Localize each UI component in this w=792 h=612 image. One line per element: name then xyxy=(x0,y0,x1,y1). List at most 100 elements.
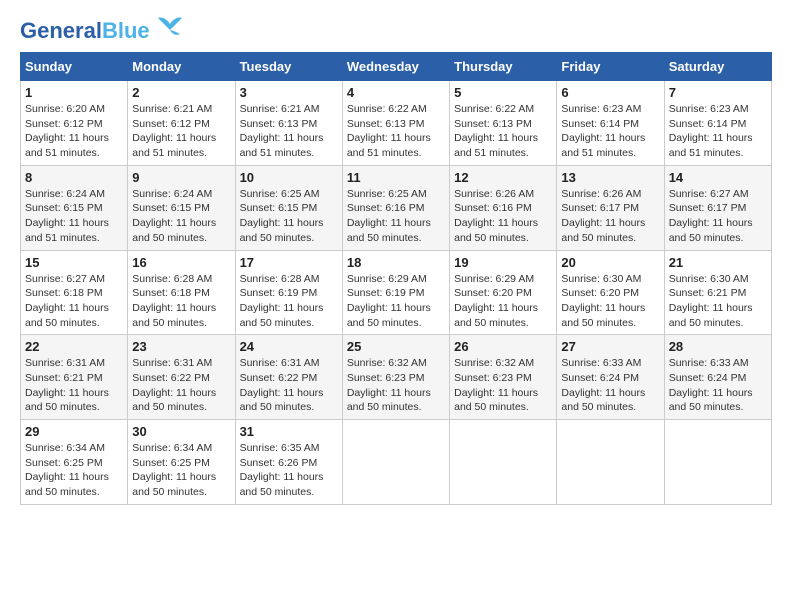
day-info: Sunrise: 6:22 AMSunset: 6:13 PMDaylight:… xyxy=(454,102,552,161)
day-info: Sunrise: 6:30 AMSunset: 6:20 PMDaylight:… xyxy=(561,272,659,331)
day-info: Sunrise: 6:27 AMSunset: 6:17 PMDaylight:… xyxy=(669,187,767,246)
calendar-cell: 23Sunrise: 6:31 AMSunset: 6:22 PMDayligh… xyxy=(128,335,235,420)
calendar-cell: 2 Sunrise: 6:21 AMSunset: 6:12 PMDaylight… xyxy=(128,81,235,166)
day-number: 31 xyxy=(240,424,338,439)
day-info: Sunrise: 6:25 AMSunset: 6:15 PMDaylight:… xyxy=(240,187,338,246)
day-number: 15 xyxy=(25,255,123,270)
calendar-cell: 14 Sunrise: 6:27 AMSunset: 6:17 PMDayligh… xyxy=(664,165,771,250)
calendar-cell: 4Sunrise: 6:22 AMSunset: 6:13 PMDaylight… xyxy=(342,81,449,166)
calendar-week-row: 8 Sunrise: 6:24 AMSunset: 6:15 PMDaylight… xyxy=(21,165,772,250)
day-info: Sunrise: 6:31 AMSunset: 6:22 PMDaylight:… xyxy=(240,356,338,415)
day-info: Sunrise: 6:31 AMSunset: 6:21 PMDaylight:… xyxy=(25,356,123,415)
calendar-cell: 13 Sunrise: 6:26 AMSunset: 6:17 PMDayligh… xyxy=(557,165,664,250)
day-info: Sunrise: 6:30 AMSunset: 6:21 PMDaylight:… xyxy=(669,272,767,331)
day-number: 14 xyxy=(669,170,767,185)
day-info: Sunrise: 6:24 AMSunset: 6:15 PMDaylight:… xyxy=(132,187,230,246)
day-number: 12 xyxy=(454,170,552,185)
day-info: Sunrise: 6:32 AMSunset: 6:23 PMDaylight:… xyxy=(347,356,445,415)
day-number: 22 xyxy=(25,339,123,354)
calendar-header-cell: Monday xyxy=(128,53,235,81)
day-number: 26 xyxy=(454,339,552,354)
day-number: 21 xyxy=(669,255,767,270)
day-number: 7 xyxy=(669,85,767,100)
day-number: 5 xyxy=(454,85,552,100)
calendar-cell: 9Sunrise: 6:24 AMSunset: 6:15 PMDaylight… xyxy=(128,165,235,250)
calendar-header-cell: Wednesday xyxy=(342,53,449,81)
day-number: 25 xyxy=(347,339,445,354)
calendar-cell: 24 Sunrise: 6:31 AMSunset: 6:22 PMDayligh… xyxy=(235,335,342,420)
calendar-cell: 31 Sunrise: 6:35 AMSunset: 6:26 PMDayligh… xyxy=(235,420,342,505)
calendar-cell: 28 Sunrise: 6:33 AMSunset: 6:24 PMDayligh… xyxy=(664,335,771,420)
day-number: 28 xyxy=(669,339,767,354)
day-info: Sunrise: 6:23 AMSunset: 6:14 PMDaylight:… xyxy=(669,102,767,161)
calendar-cell: 25 Sunrise: 6:32 AMSunset: 6:23 PMDayligh… xyxy=(342,335,449,420)
day-number: 27 xyxy=(561,339,659,354)
day-number: 6 xyxy=(561,85,659,100)
calendar-cell: 15 Sunrise: 6:27 AMSunset: 6:18 PMDayligh… xyxy=(21,250,128,335)
day-number: 23 xyxy=(132,339,230,354)
calendar-cell: 5 Sunrise: 6:22 AMSunset: 6:13 PMDaylight… xyxy=(450,81,557,166)
logo-bird-icon xyxy=(154,16,186,38)
day-number: 13 xyxy=(561,170,659,185)
calendar-table: SundayMondayTuesdayWednesdayThursdayFrid… xyxy=(20,52,772,505)
calendar-cell: 26 Sunrise: 6:32 AMSunset: 6:23 PMDayligh… xyxy=(450,335,557,420)
calendar-header: SundayMondayTuesdayWednesdayThursdayFrid… xyxy=(21,53,772,81)
day-info: Sunrise: 6:33 AMSunset: 6:24 PMDaylight:… xyxy=(561,356,659,415)
day-number: 18 xyxy=(347,255,445,270)
day-info: Sunrise: 6:27 AMSunset: 6:18 PMDaylight:… xyxy=(25,272,123,331)
calendar-week-row: 15 Sunrise: 6:27 AMSunset: 6:18 PMDayligh… xyxy=(21,250,772,335)
day-number: 11 xyxy=(347,170,445,185)
day-info: Sunrise: 6:24 AMSunset: 6:15 PMDaylight:… xyxy=(25,187,123,246)
day-number: 4 xyxy=(347,85,445,100)
calendar-cell xyxy=(664,420,771,505)
calendar-header-cell: Saturday xyxy=(664,53,771,81)
calendar-cell: 17Sunrise: 6:28 AMSunset: 6:19 PMDayligh… xyxy=(235,250,342,335)
day-info: Sunrise: 6:26 AMSunset: 6:17 PMDaylight:… xyxy=(561,187,659,246)
calendar-week-row: 22 Sunrise: 6:31 AMSunset: 6:21 PMDayligh… xyxy=(21,335,772,420)
calendar-cell: 16Sunrise: 6:28 AMSunset: 6:18 PMDayligh… xyxy=(128,250,235,335)
calendar-cell: 10 Sunrise: 6:25 AMSunset: 6:15 PMDayligh… xyxy=(235,165,342,250)
day-number: 1 xyxy=(25,85,123,100)
day-number: 10 xyxy=(240,170,338,185)
day-number: 17 xyxy=(240,255,338,270)
calendar-cell xyxy=(450,420,557,505)
day-info: Sunrise: 6:33 AMSunset: 6:24 PMDaylight:… xyxy=(669,356,767,415)
day-info: Sunrise: 6:21 AMSunset: 6:13 PMDaylight:… xyxy=(240,102,338,161)
logo: GeneralBlue xyxy=(20,20,186,42)
day-number: 29 xyxy=(25,424,123,439)
day-info: Sunrise: 6:20 AMSunset: 6:12 PMDaylight:… xyxy=(25,102,123,161)
calendar-week-row: 1 Sunrise: 6:20 AMSunset: 6:12 PMDaylight… xyxy=(21,81,772,166)
day-number: 3 xyxy=(240,85,338,100)
day-info: Sunrise: 6:23 AMSunset: 6:14 PMDaylight:… xyxy=(561,102,659,161)
day-info: Sunrise: 6:34 AMSunset: 6:25 PMDaylight:… xyxy=(132,441,230,500)
day-info: Sunrise: 6:28 AMSunset: 6:18 PMDaylight:… xyxy=(132,272,230,331)
calendar-cell xyxy=(557,420,664,505)
calendar-cell: 20 Sunrise: 6:30 AMSunset: 6:20 PMDayligh… xyxy=(557,250,664,335)
calendar-cell: 11Sunrise: 6:25 AMSunset: 6:16 PMDayligh… xyxy=(342,165,449,250)
day-number: 24 xyxy=(240,339,338,354)
calendar-cell: 3 Sunrise: 6:21 AMSunset: 6:13 PMDaylight… xyxy=(235,81,342,166)
day-info: Sunrise: 6:21 AMSunset: 6:12 PMDaylight:… xyxy=(132,102,230,161)
day-info: Sunrise: 6:29 AMSunset: 6:20 PMDaylight:… xyxy=(454,272,552,331)
day-info: Sunrise: 6:32 AMSunset: 6:23 PMDaylight:… xyxy=(454,356,552,415)
logo-text: GeneralBlue xyxy=(20,20,150,42)
calendar-cell: 30 Sunrise: 6:34 AMSunset: 6:25 PMDayligh… xyxy=(128,420,235,505)
day-info: Sunrise: 6:26 AMSunset: 6:16 PMDaylight:… xyxy=(454,187,552,246)
calendar-header-cell: Thursday xyxy=(450,53,557,81)
calendar-header-cell: Friday xyxy=(557,53,664,81)
day-info: Sunrise: 6:29 AMSunset: 6:19 PMDaylight:… xyxy=(347,272,445,331)
day-number: 20 xyxy=(561,255,659,270)
day-number: 2 xyxy=(132,85,230,100)
day-info: Sunrise: 6:35 AMSunset: 6:26 PMDaylight:… xyxy=(240,441,338,500)
calendar-cell: 7 Sunrise: 6:23 AMSunset: 6:14 PMDaylight… xyxy=(664,81,771,166)
calendar-cell: 22 Sunrise: 6:31 AMSunset: 6:21 PMDayligh… xyxy=(21,335,128,420)
calendar-cell: 18 Sunrise: 6:29 AMSunset: 6:19 PMDayligh… xyxy=(342,250,449,335)
calendar-header-cell: Sunday xyxy=(21,53,128,81)
calendar-cell: 12 Sunrise: 6:26 AMSunset: 6:16 PMDayligh… xyxy=(450,165,557,250)
day-number: 30 xyxy=(132,424,230,439)
day-info: Sunrise: 6:34 AMSunset: 6:25 PMDaylight:… xyxy=(25,441,123,500)
page-header: GeneralBlue xyxy=(20,20,772,42)
calendar-cell: 27 Sunrise: 6:33 AMSunset: 6:24 PMDayligh… xyxy=(557,335,664,420)
day-number: 8 xyxy=(25,170,123,185)
calendar-cell: 6 Sunrise: 6:23 AMSunset: 6:14 PMDaylight… xyxy=(557,81,664,166)
